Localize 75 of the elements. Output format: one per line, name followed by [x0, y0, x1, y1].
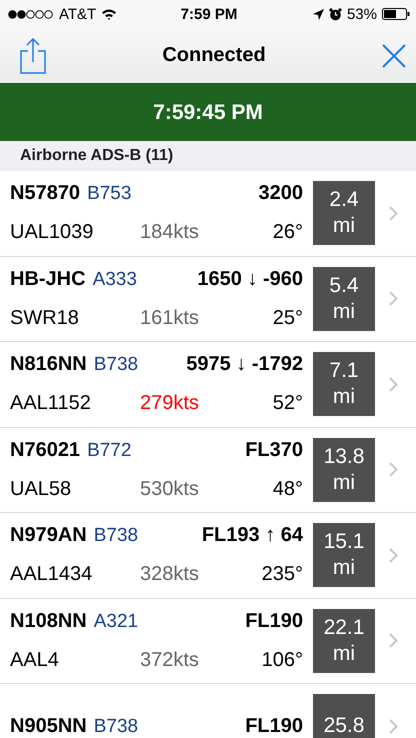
share-button[interactable] — [20, 38, 46, 74]
tail-number: N979AN — [10, 524, 87, 548]
wifi-icon — [101, 8, 118, 20]
distance-badge: 7.1 mi — [313, 352, 375, 416]
aircraft-type: B772 — [87, 440, 132, 462]
ground-speed: 279kts — [140, 392, 199, 416]
chevron-icon — [389, 462, 398, 478]
aircraft-row[interactable]: N816NN B738 5975 ↓ -1792 AAL1152 279kts 52° 7.1 mi — [0, 342, 416, 428]
altitude: FL193 ↑ 64 — [202, 524, 303, 548]
callsign: AAL1152 — [10, 392, 92, 416]
ground-speed: 328kts — [140, 563, 199, 586]
tail-number: HB-JHC — [10, 268, 86, 291]
heading: 235° — [262, 563, 303, 586]
callsign: UAL58 — [10, 478, 72, 501]
tail-number: N905NN — [10, 714, 87, 738]
aircraft-type: B738 — [94, 354, 138, 376]
carrier-name: AT&T — [59, 6, 96, 22]
tail-number: N816NN — [10, 353, 87, 376]
distance-badge: 25.8 — [313, 694, 375, 738]
heading: 48° — [272, 478, 303, 501]
tail-number: N76021 — [10, 438, 80, 462]
heading: 106° — [262, 648, 303, 672]
distance-badge: 2.4 mi — [313, 181, 375, 246]
close-button[interactable] — [382, 44, 406, 68]
aircraft-type: A333 — [92, 268, 137, 291]
aircraft-row[interactable]: HB-JHC A333 1650 ↓ -960 SWR18 161kts 25° 5.4 mi — [0, 256, 416, 342]
chevron-icon — [389, 548, 398, 563]
distance-badge: 13.8 mi — [313, 438, 375, 502]
heading: 26° — [272, 221, 303, 244]
aircraft-row[interactable]: N905NN B738 FL190 25.8 — [0, 684, 416, 738]
close-icon — [382, 44, 406, 68]
aircraft-row[interactable]: N76021 B772 FL370 UAL58 530kts 48° 13.8 mi — [0, 428, 416, 513]
altitude: 3200 — [258, 182, 303, 206]
heading: 52° — [272, 392, 303, 416]
heading: 25° — [272, 306, 303, 330]
callsign: SWR18 — [10, 306, 80, 330]
status-time: 7:59 PM — [180, 6, 238, 22]
ground-speed: 184kts — [140, 221, 199, 244]
distance-badge: 22.1 mi — [313, 608, 375, 673]
callsign: UAL1039 — [10, 221, 94, 244]
tail-number: N108NN — [10, 610, 87, 633]
chevron-icon — [389, 291, 398, 306]
altitude: FL190 — [245, 714, 303, 738]
aircraft-type: B738 — [94, 525, 138, 548]
ground-speed: 372kts — [140, 648, 199, 672]
chevron-icon — [389, 633, 398, 648]
aircraft-row[interactable]: N108NN A321 FL190 AAL4 372kts 106° 22.1 mi — [0, 598, 416, 684]
altitude: FL370 — [245, 438, 303, 462]
distance-badge: 5.4 mi — [313, 266, 375, 331]
altitude: FL190 — [245, 610, 303, 633]
battery-icon — [382, 8, 410, 20]
time-banner: 7:59:45 PM — [0, 83, 416, 141]
location-arrow-icon — [312, 8, 324, 20]
battery-percent: 53% — [346, 6, 377, 22]
altitude: 1650 ↓ -960 — [197, 268, 303, 291]
ground-speed: 161kts — [140, 306, 199, 330]
callsign: AAL4 — [10, 648, 60, 672]
aircraft-row[interactable]: N979AN B738 FL193 ↑ 64 AAL1434 328kts 235° 15.1 mi — [0, 513, 416, 598]
signal-icon — [8, 10, 54, 18]
aircraft-type: A321 — [94, 610, 138, 633]
aircraft-type: B753 — [87, 183, 132, 206]
aircraft-row[interactable]: N57870 B753 3200 UAL1039 184kts 26° 2.4 mi — [0, 171, 416, 256]
alarm-clock-icon — [328, 8, 342, 20]
section-header: Airborne ADS-B (11) — [0, 141, 416, 171]
nav-title: Connected — [162, 44, 266, 67]
distance-badge: 15.1 mi — [313, 523, 375, 588]
chevron-icon — [389, 206, 398, 221]
ground-speed: 530kts — [140, 478, 199, 501]
tail-number: N57870 — [10, 182, 80, 206]
chevron-icon — [389, 718, 398, 734]
altitude: 5975 ↓ -1792 — [186, 353, 303, 376]
callsign: AAL1434 — [10, 563, 94, 586]
chevron-icon — [389, 376, 398, 392]
aircraft-type: B738 — [94, 716, 138, 738]
share-icon — [20, 38, 46, 74]
